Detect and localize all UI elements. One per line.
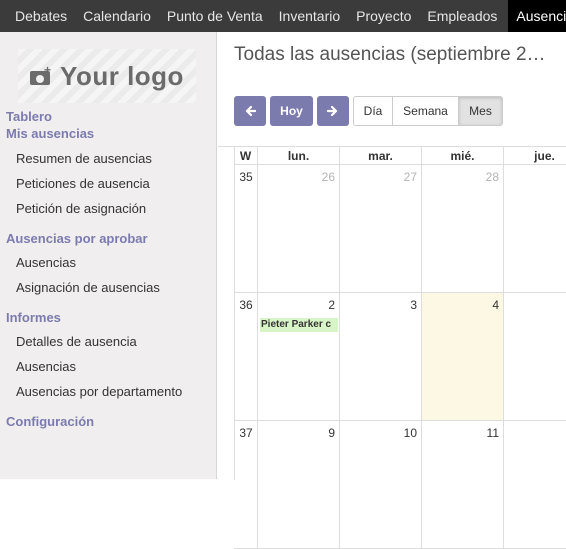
view-dia-button[interactable]: Día — [353, 96, 393, 126]
day-number: 2 — [328, 298, 335, 312]
sidebar-item-resumen-de-ausencias[interactable]: Resumen de ausencias — [16, 151, 152, 166]
week-number: 37 — [239, 426, 253, 440]
sidebar-item-ausencias-por-departamento[interactable]: Ausencias por departamento — [16, 384, 182, 399]
sidebar-section-informes[interactable]: Informes — [6, 310, 61, 325]
today-button[interactable]: Hoy — [270, 96, 313, 126]
sidebar-section-configuracion[interactable]: Configuración — [6, 414, 94, 429]
calendar-day-cell[interactable]: 11 — [422, 421, 504, 549]
arrow-left-icon — [245, 105, 256, 117]
menu-empleados[interactable]: Empleados — [419, 0, 505, 32]
day-number: 3 — [410, 298, 417, 312]
camera-plus-icon: + — [30, 63, 52, 85]
calendar-day-cell[interactable]: 2 Pieter Parker c — [258, 293, 340, 421]
calendar-day-cell[interactable]: 26 — [258, 165, 340, 293]
sidebar-item-detalles-de-ausencia[interactable]: Detalles de ausencia — [16, 334, 137, 349]
day-header-lun: lun. — [258, 147, 340, 165]
calendar-day-cell[interactable]: 9 — [258, 421, 340, 549]
day-number: 4 — [492, 298, 499, 312]
menu-ausencias[interactable]: Ausencias — [508, 0, 566, 32]
menu-calendario[interactable]: Calendario — [75, 0, 159, 32]
calendar-day-cell[interactable] — [504, 165, 566, 293]
logo-text: Your logo — [60, 60, 184, 91]
day-number: 10 — [403, 426, 417, 440]
prev-button[interactable] — [234, 96, 266, 126]
week-cell: 37 — [234, 421, 258, 549]
sidebar-item-peticiones-de-ausencia[interactable]: Peticiones de ausencia — [16, 176, 150, 191]
calendar-day-cell[interactable] — [504, 293, 566, 421]
month-calendar: W lun. mar. mié. jue. 35 26 27 28 36 2 P… — [218, 146, 566, 549]
calendar-day-cell[interactable]: 28 — [422, 165, 504, 293]
day-header-jue: jue. — [504, 147, 566, 165]
day-number: 26 — [321, 170, 335, 184]
day-number: 9 — [328, 426, 335, 440]
day-header-mar: mar. — [340, 147, 422, 165]
sidebar-section-mis-ausencias[interactable]: Mis ausencias — [6, 126, 94, 141]
next-button[interactable] — [317, 96, 349, 126]
sidebar-section-tablero[interactable]: Tablero — [6, 109, 52, 124]
week-number: 36 — [239, 298, 253, 312]
week-column-header: W — [234, 147, 258, 165]
menu-punto-de-venta[interactable]: Punto de Venta — [159, 0, 271, 32]
sidebar-item-ausencias-aprobar[interactable]: Ausencias — [16, 255, 76, 270]
day-header-mie: mié. — [422, 147, 504, 165]
view-mes-button[interactable]: Mes — [458, 96, 503, 126]
day-number: 11 — [486, 426, 499, 440]
sidebar-item-ausencias-informe[interactable]: Ausencias — [16, 359, 76, 374]
day-number: 27 — [403, 170, 417, 184]
company-logo[interactable]: + Your logo — [18, 49, 196, 103]
sidebar-item-asignacion-de-ausencias[interactable]: Asignación de ausencias — [16, 280, 160, 295]
week-cell: 35 — [234, 165, 258, 293]
menu-inventario[interactable]: Inventario — [271, 0, 348, 32]
sidebar-item-peticion-de-asignacion[interactable]: Petición de asignación — [16, 201, 146, 216]
arrow-right-icon — [327, 105, 338, 117]
calendar-day-cell[interactable]: 10 — [340, 421, 422, 549]
top-menu-bar: Debates Calendario Punto de Venta Invent… — [0, 0, 566, 32]
main-content: Todas las ausencias (septiembre 2… Hoy D… — [218, 32, 566, 549]
week-number: 35 — [239, 170, 253, 184]
sidebar-section-ausencias-por-aprobar[interactable]: Ausencias por aprobar — [6, 231, 148, 246]
calendar-day-cell[interactable]: 27 — [340, 165, 422, 293]
day-number: 28 — [485, 170, 499, 184]
sidebar: + Your logo Tablero Mis ausencias Resume… — [0, 32, 217, 479]
menu-proyecto[interactable]: Proyecto — [348, 0, 419, 32]
calendar-day-cell-today[interactable]: 4 — [422, 293, 504, 421]
calendar-day-cell[interactable] — [504, 421, 566, 549]
calendar-day-cell[interactable]: 3 — [340, 293, 422, 421]
week-cell: 36 — [234, 293, 258, 421]
view-semana-button[interactable]: Semana — [392, 96, 459, 126]
menu-debates[interactable]: Debates — [0, 0, 75, 32]
page-title: Todas las ausencias (septiembre 2… — [234, 44, 546, 65]
calendar-event[interactable]: Pieter Parker c — [260, 318, 338, 332]
